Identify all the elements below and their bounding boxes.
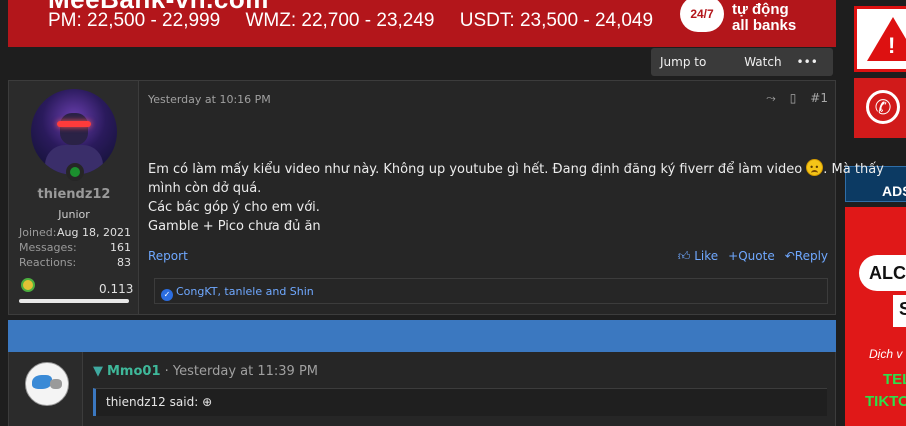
avatar-fish-shape: [32, 375, 52, 389]
ad-tiktok: TIKTOK: [865, 393, 906, 410]
user-title: Junior: [58, 208, 90, 221]
post-text-part: . Mà thấy: [823, 162, 884, 177]
thumbs-up-icon: 👍︎: [677, 249, 691, 263]
rate-pm: PM: 22,500 - 22,999: [48, 10, 221, 31]
reputation-bar: [19, 299, 129, 303]
post-number[interactable]: #1: [810, 91, 828, 106]
trophy-icon[interactable]: [21, 278, 35, 292]
more-menu-button[interactable]: ••• ▾: [791, 48, 833, 97]
like-reaction-icon: ✓: [161, 289, 173, 301]
username-2[interactable]: Mmo01: [107, 364, 161, 379]
avatar-head: [60, 113, 88, 145]
hotline-banner[interactable]: ✆: [854, 78, 906, 138]
user-info-2: [9, 352, 83, 426]
post-2-date[interactable]: · Yesterday at 11:39 PM: [161, 364, 318, 379]
sidebar-ad[interactable]: ALC S Dịch v TEL TIKTOK: [845, 207, 906, 426]
quote-block: thiendz12 said: ⊕: [93, 388, 827, 416]
reply-button[interactable]: ↶Reply: [785, 249, 828, 264]
like-button[interactable]: 👍︎ Like: [678, 249, 718, 264]
post-body: Yesterday at 10:16 PM ⤳ ▯ #1 Em có làm m…: [148, 81, 884, 314]
ad-s: S: [893, 295, 906, 327]
reply-label: Reply: [794, 249, 828, 263]
avatar-2[interactable]: [25, 362, 69, 406]
post-1: thiendz12 Junior Joined: Aug 18, 2021 Me…: [8, 80, 884, 315]
stat-label: Joined:: [19, 226, 57, 239]
plus-icon: +: [728, 249, 739, 263]
rate-usdt: USDT: 23,500 - 24,049: [459, 10, 654, 31]
quote-author[interactable]: thiendz12 said:: [106, 395, 198, 409]
user-badge-icon: ▼: [93, 364, 103, 379]
jump-to-new-button[interactable]: Jump to new: [651, 48, 735, 97]
report-link[interactable]: Report: [148, 249, 188, 263]
bookmark-icon[interactable]: ▯: [790, 91, 797, 106]
stat-joined: Joined: Aug 18, 2021: [19, 226, 131, 239]
avatar-visor: [57, 121, 91, 127]
online-indicator-icon: [66, 163, 84, 181]
post-text-part: Em có làm mấy kiểu video như này. Không …: [148, 162, 807, 177]
blue-separator: [8, 320, 836, 352]
stat-value: 161: [110, 241, 131, 254]
user-info: thiendz12 Junior Joined: Aug 18, 2021 Me…: [9, 81, 147, 314]
warning-banner[interactable]: !: [854, 6, 906, 72]
phone-icon: ✆: [866, 90, 900, 124]
post-tools: ⤳ ▯ #1: [766, 91, 828, 106]
post-line-1: Em có làm mấy kiểu video như này. Không …: [148, 158, 884, 179]
stat-reactions: Reactions: 83: [19, 256, 131, 269]
like-label: Like: [694, 249, 719, 263]
reaction-actions: 👍︎ Like +Quote ↶Reply: [678, 249, 828, 264]
rate-wmz: WMZ: 22,700 - 23,249: [245, 10, 435, 31]
banner-rates: PM: 22,500 - 22,999 WMZ: 22,700 - 23,249…: [48, 10, 673, 32]
banks-line1: tự động: [732, 1, 789, 18]
quote-button[interactable]: +Quote: [728, 249, 775, 264]
support-badge: 24/7: [680, 0, 724, 32]
user-cell-arrow: [139, 91, 147, 107]
reactions-bar[interactable]: ✓ CongKT, tanlele and Shin: [154, 278, 828, 304]
arrow-up-circle-icon[interactable]: ⊕: [202, 395, 212, 409]
stat-label: Reactions:: [19, 256, 77, 269]
ad-subtitle: Dịch v: [869, 347, 903, 361]
banks-line2: all banks: [732, 17, 797, 34]
reactions-list[interactable]: CongKT, tanlele and Shin: [176, 285, 314, 298]
reply-icon: ↶: [784, 249, 795, 263]
quote-label: Quote: [738, 249, 775, 263]
exchange-banner[interactable]: MeeBank-vn.com PM: 22,500 - 22,999 WMZ: …: [8, 0, 836, 47]
thread-toolbar: Jump to new Watch ••• ▾: [651, 48, 833, 97]
exclamation-icon: !: [888, 33, 896, 58]
post-line-3: Các bác góp ý cho em với.: [148, 200, 320, 215]
username[interactable]: thiendz12: [9, 187, 139, 202]
avatar-fish-shape-2: [50, 379, 62, 389]
stat-messages: Messages: 161: [19, 241, 131, 254]
banner-banks: tự động all banks: [732, 2, 796, 34]
trophy-value: 0.113: [99, 282, 134, 296]
stat-label: Messages:: [19, 241, 77, 254]
ad-tel: TEL: [883, 371, 906, 388]
post-2-header: ▼ Mmo01 · Yesterday at 11:39 PM: [93, 364, 318, 379]
warning-icon: [867, 17, 906, 61]
post-2: ▼ Mmo01 · Yesterday at 11:39 PM thiendz12…: [8, 352, 836, 426]
ad-pill: ALC: [859, 255, 906, 291]
post-line-4: Gamble + Pico chưa đủ ăn: [148, 219, 321, 234]
stat-value: 83: [117, 256, 131, 269]
post-line-2: mình còn dở quá.: [148, 181, 262, 196]
post-date[interactable]: Yesterday at 10:16 PM: [148, 93, 271, 106]
post-content: Em có làm mấy kiểu video như này. Không …: [148, 158, 884, 236]
stat-value: Aug 18, 2021: [57, 226, 131, 239]
share-icon[interactable]: ⤳: [766, 91, 776, 106]
watch-button[interactable]: Watch: [735, 48, 790, 76]
sad-emoji-icon: [806, 158, 824, 177]
